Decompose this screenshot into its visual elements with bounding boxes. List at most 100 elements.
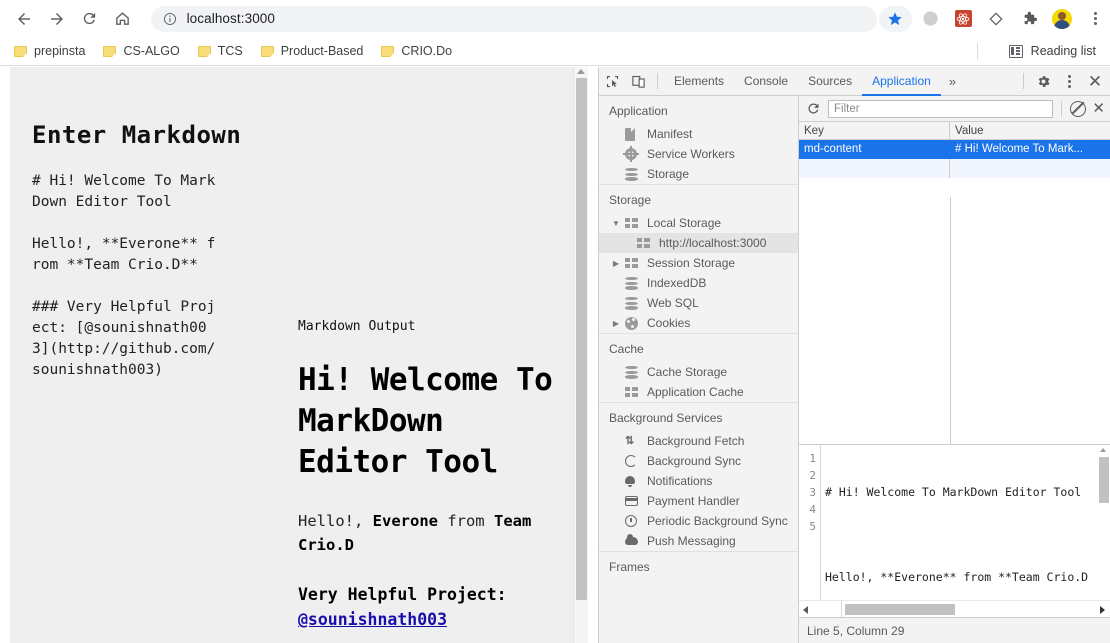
chevron-right-icon[interactable]: ▶ xyxy=(611,319,621,328)
sidebar-item-application-cache[interactable]: Application Cache xyxy=(599,382,798,402)
markdown-input[interactable] xyxy=(32,171,222,501)
scroll-left-arrow-icon[interactable] xyxy=(803,606,808,614)
tree-section-title: Application xyxy=(609,104,668,118)
device-toolbar-icon[interactable] xyxy=(625,68,651,94)
grid-icon xyxy=(625,217,641,229)
code-vscroll-thumb[interactable] xyxy=(1098,457,1109,503)
column-header-key[interactable]: Key xyxy=(799,122,950,139)
address-bar[interactable]: localhost:3000 xyxy=(150,5,877,32)
tab-console[interactable]: Console xyxy=(734,67,798,96)
line-number: 3 xyxy=(809,486,816,499)
line-number: 5 xyxy=(809,520,816,533)
actions-divider xyxy=(1023,73,1024,89)
devtools-tabbar: Elements Console Sources Application » ✕ xyxy=(599,67,1110,96)
table-row[interactable]: md-content # Hi! Welcome To Mark... xyxy=(799,140,1110,159)
sidebar-item-cookies[interactable]: ▶ Cookies xyxy=(599,313,798,333)
bookmark-label: prepinsta xyxy=(34,44,86,58)
folder-icon xyxy=(381,45,395,57)
forward-arrow-icon[interactable] xyxy=(43,5,70,33)
cloud-icon xyxy=(625,534,641,545)
react-devtools-icon[interactable] xyxy=(949,4,978,34)
tab-application[interactable]: Application xyxy=(862,67,941,96)
sidebar-item-indexeddb[interactable]: IndexedDB xyxy=(599,273,798,293)
sidebar-item-notifications[interactable]: Notifications xyxy=(599,471,798,491)
cookie-icon xyxy=(625,316,641,330)
sidebar-item-service-workers[interactable]: Service Workers xyxy=(599,144,798,164)
reload-icon[interactable] xyxy=(76,5,103,33)
sidebar-item-manifest[interactable]: Manifest xyxy=(599,124,798,144)
folder-icon xyxy=(14,45,27,57)
profile-avatar[interactable] xyxy=(1048,4,1077,34)
page-scrollbar-thumb[interactable] xyxy=(576,78,587,600)
address-bar-url: localhost:3000 xyxy=(186,11,276,26)
clear-all-icon[interactable] xyxy=(1070,100,1087,117)
bookmark-star-icon[interactable] xyxy=(878,5,912,32)
sidebar-item-background-sync[interactable]: Background Sync xyxy=(599,451,798,471)
inspect-element-icon[interactable] xyxy=(599,68,625,94)
tree-section-title: Cache xyxy=(609,342,644,356)
table-empty-area xyxy=(799,197,1110,470)
tree-item-label: Cookies xyxy=(647,316,691,330)
home-icon[interactable] xyxy=(109,5,136,33)
scroll-right-arrow-icon[interactable] xyxy=(1100,606,1105,614)
sidebar-item-web-sql[interactable]: Web SQL xyxy=(599,293,798,313)
sidebar-item-background-fetch[interactable]: ⇅ Background Fetch xyxy=(599,431,798,451)
sidebar-item-localhost-origin[interactable]: http://localhost:3000 xyxy=(599,233,798,253)
more-tabs-icon[interactable]: » xyxy=(941,67,964,96)
code-horizontal-scrollbar[interactable] xyxy=(799,600,1110,617)
scroll-up-arrow-icon[interactable] xyxy=(1100,448,1106,452)
page-scrollbar[interactable] xyxy=(573,67,588,643)
sidebar-item-push-messaging[interactable]: Push Messaging xyxy=(599,531,798,551)
devtools-close-icon[interactable]: ✕ xyxy=(1082,68,1108,94)
code-hscroll-thumb[interactable] xyxy=(845,604,955,615)
extensions-puzzle-icon[interactable] xyxy=(1015,4,1044,34)
tree-item-label: Service Workers xyxy=(647,147,735,161)
bookmark-item[interactable]: prepinsta xyxy=(6,40,93,62)
tab-elements[interactable]: Elements xyxy=(664,67,734,96)
eyedropper-icon[interactable] xyxy=(982,4,1011,34)
delete-selected-icon[interactable]: ✕ xyxy=(1092,101,1105,116)
local-storage-table[interactable]: Key Value md-content # Hi! Welcome To Ma… xyxy=(799,122,1110,470)
chevron-down-icon[interactable]: ▼ xyxy=(611,219,621,228)
sidebar-item-cache-storage[interactable]: Cache Storage xyxy=(599,362,798,382)
devtools-tabbar-actions: ✕ xyxy=(1017,68,1108,94)
sidebar-item-local-storage[interactable]: ▼ Local Storage xyxy=(599,213,798,233)
tree-section-cache: Cache Cache Storage Application Cache xyxy=(599,333,798,402)
line-number-gutter: 1 2 3 4 5 xyxy=(799,445,821,600)
devtools-sidebar-tree[interactable]: Application Manifest Service Workers Sto… xyxy=(599,96,799,643)
filter-input[interactable] xyxy=(828,99,1054,118)
output-github-link[interactable]: @sounishnath003 xyxy=(298,610,447,629)
table-row[interactable] xyxy=(799,159,1110,178)
back-arrow-icon[interactable] xyxy=(10,5,37,33)
reading-list-label: Reading list xyxy=(1030,44,1096,58)
tree-section-title: Storage xyxy=(609,193,652,207)
value-preview-editor[interactable]: 1 2 3 4 5 # Hi! Welcome To MarkDown Edit… xyxy=(799,444,1110,617)
devtools-kebab-menu[interactable] xyxy=(1056,68,1082,94)
tree-item-label: Push Messaging xyxy=(647,534,736,548)
tree-item-label: Manifest xyxy=(647,127,693,141)
code-line: Hello!, **Everone** from **Team Crio.D xyxy=(825,570,1089,584)
reading-list-button[interactable]: Reading list xyxy=(1003,40,1102,62)
dark-mode-icon[interactable] xyxy=(916,4,945,34)
chevron-right-icon[interactable]: ▶ xyxy=(611,259,621,268)
markdown-app: Enter Markdown Markdown Output Hi! Welco… xyxy=(10,67,588,643)
bookmark-item[interactable]: Product-Based xyxy=(253,40,372,62)
sidebar-item-session-storage[interactable]: ▶ Session Storage xyxy=(599,253,798,273)
settings-gear-icon[interactable] xyxy=(1030,68,1056,94)
sidebar-item-periodic-background-sync[interactable]: Periodic Background Sync xyxy=(599,511,798,531)
bookmark-item[interactable]: TCS xyxy=(190,40,251,62)
code-lines[interactable]: # Hi! Welcome To MarkDown Editor Tool He… xyxy=(821,445,1110,600)
sidebar-item-storage[interactable]: Storage xyxy=(599,164,798,184)
chrome-menu-kebab[interactable] xyxy=(1081,4,1110,34)
column-divider[interactable] xyxy=(950,197,951,470)
sidebar-item-payment-handler[interactable]: Payment Handler xyxy=(599,491,798,511)
site-information-icon[interactable] xyxy=(163,12,177,26)
tab-sources[interactable]: Sources xyxy=(798,67,862,96)
scroll-up-arrow-icon[interactable] xyxy=(577,69,585,74)
refresh-icon[interactable] xyxy=(804,100,822,118)
code-vertical-scrollbar[interactable] xyxy=(1097,445,1110,600)
bookmark-item[interactable]: CS-ALGO xyxy=(95,40,187,62)
column-header-value[interactable]: Value xyxy=(950,122,1110,139)
folder-icon xyxy=(197,45,211,57)
bookmark-item[interactable]: CRIO.Do xyxy=(373,40,460,62)
